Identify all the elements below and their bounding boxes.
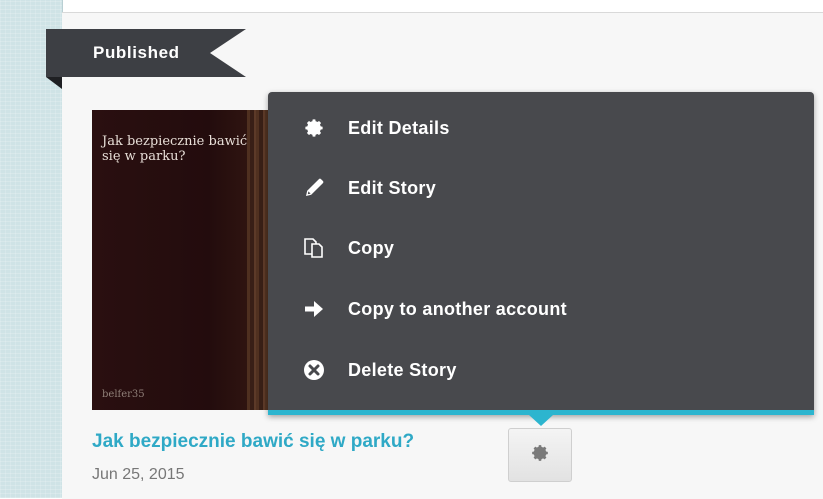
menu-item-label: Copy bbox=[348, 237, 395, 258]
story-date: Jun 25, 2015 bbox=[92, 466, 185, 483]
arrow-right-icon bbox=[300, 295, 328, 323]
story-actions-menu: Edit Details Edit Story Copy Copy to ano… bbox=[268, 92, 814, 415]
ribbon-fold bbox=[46, 77, 62, 89]
pencil-icon bbox=[300, 174, 328, 202]
menu-item-label: Copy to another account bbox=[348, 298, 567, 319]
delete-circle-icon bbox=[300, 356, 328, 384]
menu-pointer bbox=[529, 415, 553, 426]
story-cover-image[interactable]: Jak bezpiecznie bawić się w parku? belfe… bbox=[92, 110, 287, 410]
menu-item-copy-to-another-account[interactable]: Copy to another account bbox=[268, 281, 814, 337]
story-settings-button[interactable] bbox=[508, 428, 572, 482]
menu-item-label: Edit Story bbox=[348, 177, 437, 198]
menu-item-edit-details[interactable]: Edit Details bbox=[268, 100, 814, 156]
menu-item-label: Delete Story bbox=[348, 359, 457, 380]
menu-item-copy[interactable]: Copy bbox=[268, 220, 814, 276]
cover-author: belfer35 bbox=[102, 389, 145, 400]
menu-item-edit-story[interactable]: Edit Story bbox=[268, 160, 814, 216]
story-title-link[interactable]: Jak bezpiecznie bawić się w parku? bbox=[92, 431, 414, 453]
gear-icon bbox=[530, 443, 550, 468]
menu-item-delete-story[interactable]: Delete Story bbox=[268, 342, 814, 398]
cover-title: Jak bezpiecznie bawić się w parku? bbox=[102, 134, 248, 164]
copy-icon bbox=[300, 234, 328, 262]
menu-item-label: Edit Details bbox=[348, 117, 450, 138]
status-ribbon-label: Published bbox=[93, 43, 180, 62]
gear-icon bbox=[300, 114, 328, 142]
